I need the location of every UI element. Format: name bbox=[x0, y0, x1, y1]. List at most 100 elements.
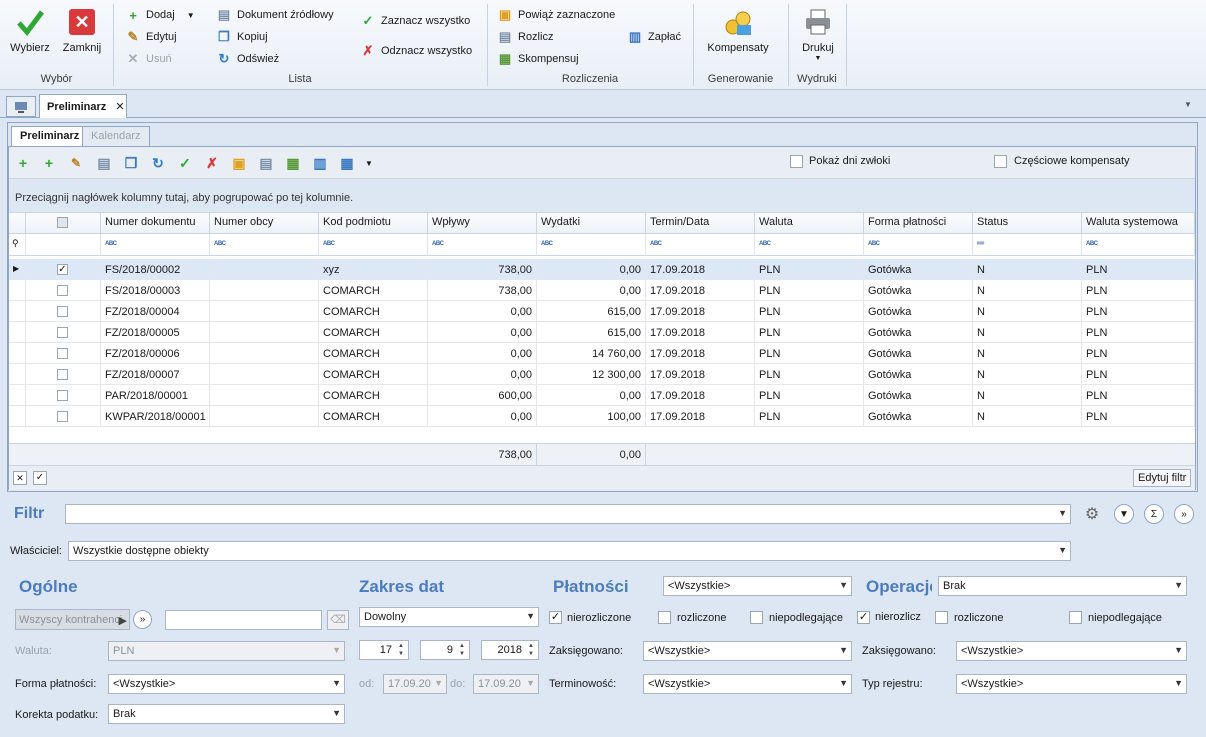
not-subject-checkbox[interactable] bbox=[750, 611, 763, 624]
deselect-all-button[interactable]: ✗ Odznacz wszystko bbox=[360, 42, 473, 60]
settle-icon[interactable]: ▤ bbox=[258, 155, 274, 171]
year-spinner[interactable]: 2018 ▲ ▼ bbox=[481, 640, 539, 660]
filter-cell[interactable]: ABC bbox=[319, 234, 428, 256]
chevron-down-icon[interactable]: ▼ bbox=[1174, 645, 1183, 655]
row-checkbox[interactable] bbox=[57, 348, 68, 359]
day-spinner[interactable]: 17 ▲ ▼ bbox=[359, 640, 409, 660]
add-button[interactable]: + Dodaj ▼ bbox=[125, 6, 194, 24]
op-settled-checkbox[interactable] bbox=[935, 611, 948, 624]
row-checkbox[interactable] bbox=[57, 327, 68, 338]
eraser-icon[interactable]: ⌫ bbox=[327, 610, 349, 630]
payments-select[interactable]: <Wszystkie> ▼ bbox=[663, 576, 852, 596]
delete-button[interactable]: ✕ Usuń bbox=[125, 50, 172, 68]
group-by-area[interactable]: Przeciągnij nagłówek kolumny tutaj, aby … bbox=[9, 179, 1195, 213]
chevron-down-icon[interactable]: ▼ bbox=[839, 645, 848, 655]
row-checkbox[interactable] bbox=[57, 306, 68, 317]
link-icon[interactable]: ▣ bbox=[231, 155, 247, 171]
filter-cell[interactable]: ABC bbox=[755, 234, 864, 256]
edit-filter-button[interactable]: Edytuj filtr bbox=[1133, 469, 1192, 487]
document-icon[interactable]: ▤ bbox=[96, 155, 112, 171]
pin-icon[interactable]: ⚲ bbox=[9, 234, 26, 256]
check-icon[interactable]: ✓ bbox=[177, 155, 193, 171]
timeliness-select[interactable]: <Wszystkie> ▼ bbox=[643, 674, 852, 694]
from-date-input[interactable]: 17.09.20 ▼ bbox=[383, 674, 447, 694]
column-header[interactable]: Status bbox=[973, 213, 1082, 234]
link-selected-button[interactable]: ▣ Powiąż zaznaczone bbox=[497, 6, 615, 24]
filter-cell[interactable]: ABC bbox=[210, 234, 319, 256]
compensate-button[interactable]: ▦ Skompensuj bbox=[497, 50, 579, 68]
table-row[interactable]: PAR/2018/00001 COMARCH 600,00 0,00 17.09.201… bbox=[9, 385, 1195, 406]
filter-input[interactable]: ▼ bbox=[65, 504, 1071, 524]
date-mode-select[interactable]: Dowolny ▼ bbox=[359, 607, 539, 627]
filter-cell[interactable]: ABC bbox=[101, 234, 210, 256]
table-row[interactable]: FS/2018/00003 COMARCH 738,00 0,00 17.09.2018… bbox=[9, 280, 1195, 301]
op-unsettled-checkbox[interactable]: ✓ bbox=[857, 611, 870, 624]
spinner-arrows-icon[interactable]: ▲ ▼ bbox=[525, 642, 537, 658]
close-button[interactable]: ✕ Zamknij bbox=[58, 6, 106, 54]
gear-icon[interactable]: ⚙ bbox=[1082, 504, 1102, 524]
filter-cell[interactable]: ABC bbox=[864, 234, 973, 256]
chevron-down-circle-icon[interactable]: » bbox=[133, 610, 152, 629]
row-checkbox[interactable] bbox=[57, 369, 68, 380]
contractor-input[interactable] bbox=[165, 610, 322, 630]
spinner-arrows-icon[interactable]: ▲ ▼ bbox=[456, 642, 468, 658]
uncheck-icon[interactable]: ✗ bbox=[204, 155, 220, 171]
column-header[interactable]: Termin/Data bbox=[646, 213, 755, 234]
pay-button[interactable]: ▥ Zapłać bbox=[627, 28, 681, 46]
refresh-icon[interactable]: ↻ bbox=[150, 155, 166, 171]
table-row[interactable]: FZ/2018/00007 COMARCH 0,00 12 300,00 17.09.2… bbox=[9, 364, 1195, 385]
column-header[interactable]: Kod podmiotu bbox=[319, 213, 428, 234]
show-delay-checkbox[interactable] bbox=[790, 155, 803, 168]
owner-select[interactable]: Wszystkie dostępne obiekty ▼ bbox=[68, 541, 1071, 561]
monitor-icon[interactable] bbox=[6, 96, 36, 117]
table-row[interactable]: FZ/2018/00004 COMARCH 0,00 615,00 17.09.2018… bbox=[9, 301, 1195, 322]
select-all-button[interactable]: ✓ Zaznacz wszystko bbox=[360, 12, 471, 30]
select-button[interactable]: Wybierz bbox=[6, 6, 54, 54]
subtab-preliminarz[interactable]: Preliminarz bbox=[11, 126, 89, 148]
chevron-down-icon[interactable]: ▼ bbox=[1058, 508, 1067, 518]
filter-cell[interactable]: ABC bbox=[537, 234, 646, 256]
close-icon[interactable]: ✕ bbox=[115, 101, 124, 113]
add-icon[interactable]: + bbox=[15, 155, 31, 171]
to-date-input[interactable]: 17.09.20 ▼ bbox=[473, 674, 539, 694]
print-button[interactable]: Drukuj ▼ bbox=[795, 6, 841, 62]
table-row[interactable]: KWPAR/2018/00001 COMARCH 0,00 100,00 17.09.2… bbox=[9, 406, 1195, 427]
contractor-button[interactable]: Wszyscy kontrahenci ▶ bbox=[15, 609, 130, 630]
select-all-header[interactable] bbox=[26, 213, 101, 234]
chevron-down-icon[interactable]: ▼ bbox=[1174, 580, 1183, 590]
settled-checkbox[interactable] bbox=[658, 611, 671, 624]
currency-select[interactable]: PLN ▼ bbox=[108, 641, 345, 661]
chevron-down-icon[interactable]: ▼ bbox=[1058, 545, 1067, 555]
filter-cell[interactable]: ═ bbox=[973, 234, 1082, 256]
row-checkbox[interactable] bbox=[57, 285, 68, 296]
chevron-down-icon[interactable]: ▼ bbox=[332, 678, 341, 688]
add-sub-icon[interactable]: + bbox=[41, 155, 57, 171]
tab-preliminarz[interactable]: Preliminarz ✕ bbox=[39, 94, 127, 118]
column-header[interactable]: Forma płatności bbox=[864, 213, 973, 234]
chevron-down-icon[interactable]: ▼ bbox=[526, 611, 535, 621]
refresh-button[interactable]: ↻ Odśwież bbox=[216, 50, 280, 68]
filter-cell[interactable]: ABC bbox=[1082, 234, 1195, 256]
column-header[interactable]: Waluta bbox=[755, 213, 864, 234]
compensations-button[interactable]: Kompensaty bbox=[700, 6, 776, 54]
register-type-select[interactable]: <Wszystkie> ▼ bbox=[956, 674, 1187, 694]
column-header[interactable]: Numer dokumentu bbox=[101, 213, 210, 234]
column-header[interactable]: Wpływy bbox=[428, 213, 537, 234]
pay-icon[interactable]: ▥ bbox=[312, 155, 328, 171]
chevron-down-icon[interactable]: ▼ bbox=[839, 678, 848, 688]
op-booked-select[interactable]: <Wszystkie> ▼ bbox=[956, 641, 1187, 661]
table-row[interactable]: FZ/2018/00005 COMARCH 0,00 615,00 17.09.2018… bbox=[9, 322, 1195, 343]
column-header[interactable]: Wydatki bbox=[537, 213, 646, 234]
month-spinner[interactable]: 9 ▲ ▼ bbox=[420, 640, 470, 660]
operations-select[interactable]: Brak ▼ bbox=[938, 576, 1187, 596]
subtab-kalendarz[interactable]: Kalendarz bbox=[82, 126, 150, 146]
chevron-down-icon[interactable]: ▼ bbox=[1174, 678, 1183, 688]
chevron-down-icon[interactable]: ▼ bbox=[361, 155, 377, 171]
row-checkbox[interactable] bbox=[57, 390, 68, 401]
table-row[interactable]: ▶ ✓ FS/2018/00002 xyz 738,00 0,00 17.09.2018 PL… bbox=[9, 259, 1195, 280]
chevron-down-icon[interactable]: ▼ bbox=[839, 580, 848, 590]
funnel-icon[interactable]: ▼ bbox=[1114, 504, 1134, 524]
expand-icon[interactable]: » bbox=[1174, 504, 1194, 524]
booked-select[interactable]: <Wszystkie> ▼ bbox=[643, 641, 852, 661]
copy-icon[interactable]: ❐ bbox=[123, 155, 139, 171]
